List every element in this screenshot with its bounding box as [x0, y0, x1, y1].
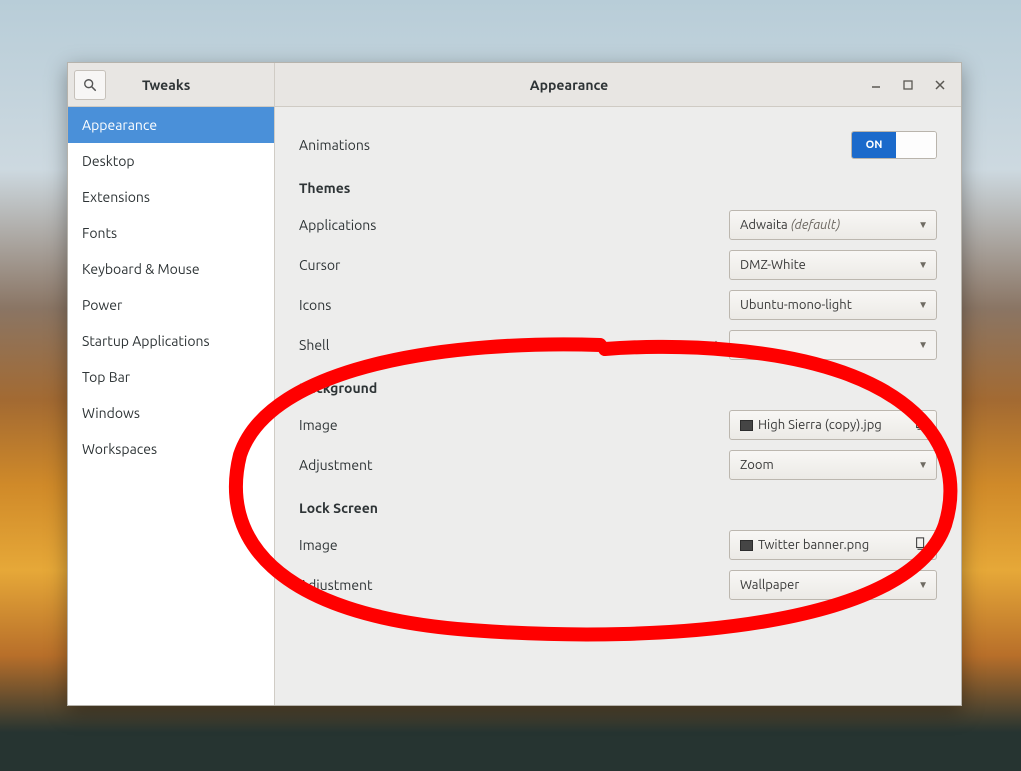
titlebar-left: Tweaks: [68, 63, 275, 106]
close-icon: [935, 80, 945, 90]
toggle-animations[interactable]: ON: [851, 131, 937, 159]
body: Appearance Desktop Extensions Fonts Keyb…: [68, 107, 961, 705]
row-icons: Icons Ubuntu-mono-light ▼: [299, 285, 937, 325]
tweaks-window: Tweaks Appearance Appearance Desktop Ext…: [67, 62, 962, 706]
dropdown-value: DMZ-White: [740, 258, 806, 272]
sidebar: Appearance Desktop Extensions Fonts Keyb…: [68, 107, 275, 705]
dropdown-value: Wallpaper: [740, 578, 799, 592]
file-ls-image[interactable]: Twitter banner.png: [729, 530, 937, 560]
chevron-down-icon: ▼: [918, 579, 928, 591]
heading-background: Background: [299, 365, 937, 405]
titlebar: Tweaks Appearance: [68, 63, 961, 107]
dropdown-bg-adjustment[interactable]: Zoom ▼: [729, 450, 937, 480]
sidebar-item-label: Appearance: [82, 117, 157, 133]
dropdown-applications[interactable]: Adwaita (default) ▼: [729, 210, 937, 240]
row-shell: Shell ▼: [299, 325, 937, 365]
dropdown-value: Zoom: [740, 458, 774, 472]
label-applications: Applications: [299, 217, 376, 233]
section-label: Themes: [299, 180, 350, 196]
chevron-down-icon: ▼: [918, 219, 928, 231]
dropdown-cursor[interactable]: DMZ-White ▼: [729, 250, 937, 280]
maximize-button[interactable]: [895, 73, 921, 97]
chevron-down-icon: ▼: [918, 459, 928, 471]
content-appearance: Animations ON Themes Applications Adwait…: [275, 107, 961, 705]
row-ls-adjustment: Adjustment Wallpaper ▼: [299, 565, 937, 605]
sidebar-item-label: Fonts: [82, 225, 117, 241]
toggle-state: ON: [852, 132, 896, 158]
warning-icon: [711, 336, 729, 354]
dropdown-value: Ubuntu-mono-light: [740, 298, 852, 312]
close-button[interactable]: [927, 73, 953, 97]
search-button[interactable]: [74, 70, 106, 100]
heading-lockscreen: Lock Screen: [299, 485, 937, 525]
sidebar-item-extensions[interactable]: Extensions: [68, 179, 274, 215]
image-thumb-icon: [740, 420, 753, 431]
sidebar-item-label: Desktop: [82, 153, 135, 169]
maximize-icon: [903, 80, 913, 90]
sidebar-item-label: Workspaces: [82, 441, 157, 457]
label-bg-adjustment: Adjustment: [299, 457, 373, 473]
section-label: Lock Screen: [299, 500, 378, 516]
dropdown-shell: ▼: [729, 330, 937, 360]
label-shell: Shell: [299, 337, 329, 353]
app-title: Tweaks: [142, 77, 190, 93]
chevron-down-icon: ▼: [918, 339, 928, 351]
sidebar-item-top-bar[interactable]: Top Bar: [68, 359, 274, 395]
search-icon: [83, 78, 97, 92]
sidebar-item-startup-applications[interactable]: Startup Applications: [68, 323, 274, 359]
sidebar-item-label: Extensions: [82, 189, 150, 205]
sidebar-item-windows[interactable]: Windows: [68, 395, 274, 431]
chevron-down-icon: ▼: [918, 299, 928, 311]
label-animations: Animations: [299, 137, 370, 153]
sidebar-item-power[interactable]: Power: [68, 287, 274, 323]
chevron-down-icon: ▼: [918, 259, 928, 271]
label-bg-image: Image: [299, 417, 338, 433]
sidebar-item-keyboard-mouse[interactable]: Keyboard & Mouse: [68, 251, 274, 287]
dropdown-ls-adjustment[interactable]: Wallpaper ▼: [729, 570, 937, 600]
row-cursor: Cursor DMZ-White ▼: [299, 245, 937, 285]
sidebar-item-label: Keyboard & Mouse: [82, 261, 200, 277]
file-value: Twitter banner.png: [758, 538, 869, 552]
sidebar-item-label: Top Bar: [82, 369, 130, 385]
minimize-icon: [871, 80, 881, 90]
minimize-button[interactable]: [863, 73, 889, 97]
label-cursor: Cursor: [299, 257, 340, 273]
sidebar-item-label: Power: [82, 297, 122, 313]
label-ls-image: Image: [299, 537, 338, 553]
label-ls-adjustment: Adjustment: [299, 577, 373, 593]
sidebar-item-desktop[interactable]: Desktop: [68, 143, 274, 179]
image-thumb-icon: [740, 540, 753, 551]
sidebar-item-appearance[interactable]: Appearance: [68, 107, 274, 143]
sidebar-item-fonts[interactable]: Fonts: [68, 215, 274, 251]
sidebar-item-label: Startup Applications: [82, 333, 210, 349]
sidebar-item-label: Windows: [82, 405, 140, 421]
label-icons: Icons: [299, 297, 331, 313]
window-controls: [863, 63, 961, 106]
section-label: Background: [299, 380, 377, 396]
row-applications: Applications Adwaita (default) ▼: [299, 205, 937, 245]
file-bg-image[interactable]: High Sierra (copy).jpg: [729, 410, 937, 440]
row-bg-image: Image High Sierra (copy).jpg: [299, 405, 937, 445]
dropdown-icons[interactable]: Ubuntu-mono-light ▼: [729, 290, 937, 320]
file-value: High Sierra (copy).jpg: [758, 418, 882, 432]
row-animations: Animations ON: [299, 125, 937, 165]
heading-themes: Themes: [299, 165, 937, 205]
dropdown-value: Adwaita (default): [740, 218, 840, 232]
page-title: Appearance: [275, 63, 863, 106]
row-bg-adjustment: Adjustment Zoom ▼: [299, 445, 937, 485]
open-file-icon: [914, 417, 928, 434]
row-ls-image: Image Twitter banner.png: [299, 525, 937, 565]
sidebar-item-workspaces[interactable]: Workspaces: [68, 431, 274, 467]
open-file-icon: [914, 537, 928, 554]
